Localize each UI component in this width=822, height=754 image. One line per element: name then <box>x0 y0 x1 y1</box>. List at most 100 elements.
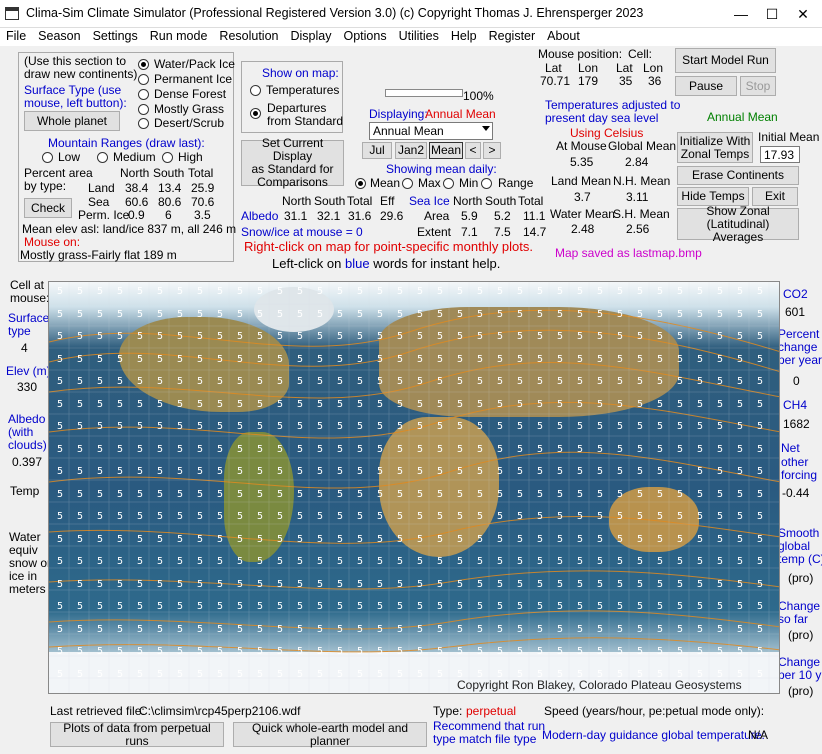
map-grid-digit: 5 <box>677 331 684 342</box>
net-forcing-label-1[interactable]: Net <box>781 441 800 455</box>
sea-ice-label[interactable]: Sea Ice <box>409 194 450 208</box>
mountain-label[interactable]: Mountain Ranges (draw last): <box>48 136 205 150</box>
type-desert-radio[interactable] <box>138 118 149 129</box>
temps-adjusted-2[interactable]: present day sea level <box>545 111 658 125</box>
map-grid-digit: 5 <box>57 421 64 432</box>
set-standard-button[interactable]: Set Current Display as Standard for Comp… <box>241 137 344 189</box>
type-ice-radio[interactable] <box>138 74 149 85</box>
surface-type-label-1[interactable]: Surface Type (use <box>24 83 121 97</box>
stop-button[interactable]: Stop <box>740 76 776 96</box>
albedo-label[interactable]: Albedo <box>241 209 278 223</box>
show-departures-radio[interactable] <box>250 108 261 119</box>
menu-options[interactable]: Options <box>338 28 393 44</box>
show-max-radio[interactable] <box>402 178 413 189</box>
pct-change-label-2[interactable]: change <box>778 340 817 354</box>
recommend-2[interactable]: type match file type <box>433 732 536 746</box>
menu-settings[interactable]: Settings <box>87 28 144 44</box>
temps-adjusted-1[interactable]: Temperatures adjusted to <box>545 98 680 112</box>
elev-label[interactable]: Elev (m) <box>6 364 51 378</box>
close-button[interactable]: ✕ <box>788 4 818 24</box>
surface-type-label-2[interactable]: mouse, left button): <box>24 96 127 110</box>
net-forcing-label-2[interactable]: other <box>781 455 808 469</box>
smooth-label-3[interactable]: temp (C) <box>778 552 822 566</box>
whole-planet-button[interactable]: Whole planet <box>24 111 120 131</box>
show-on-map-title[interactable]: Show on map: <box>262 66 339 80</box>
menu-display[interactable]: Display <box>285 28 338 44</box>
type-water-radio[interactable] <box>138 59 149 70</box>
map-grid-digit: 5 <box>357 466 364 477</box>
menu-season[interactable]: Season <box>32 28 86 44</box>
show-temps-radio[interactable] <box>250 85 261 96</box>
guidance-label[interactable]: Modern-day guidance global temperature: <box>542 728 765 742</box>
menu-help[interactable]: Help <box>445 28 483 44</box>
minimize-button[interactable]: — <box>726 4 756 24</box>
change-so-far-label-1[interactable]: Change <box>778 599 820 613</box>
world-map[interactable]: 5 5 5 5 5 5 5 5 5 5 5 5 5 5 5 5 5 5 5 5 5 5 5 5 5 5 5 5 5 5 5 5 5 5 5 5 5 5 5 5… <box>48 281 780 694</box>
change-so-far-label-2[interactable]: so far <box>778 612 808 626</box>
surface-label[interactable]: Surface <box>8 311 49 325</box>
map-grid-digit: 5 <box>197 511 204 522</box>
pct-change-label-3[interactable]: per year <box>778 353 822 367</box>
menu-run-mode[interactable]: Run mode <box>144 28 214 44</box>
map-grid-digit: 5 <box>717 623 724 635</box>
map-grid-digit: 5 <box>57 398 64 410</box>
ch4-label[interactable]: CH4 <box>783 398 807 412</box>
map-grid-digit: 5 <box>137 623 144 635</box>
co2-label[interactable]: CO2 <box>783 287 808 301</box>
type-grass-radio[interactable] <box>138 104 149 115</box>
map-grid-digit: 5 <box>417 646 424 657</box>
map-grid-digit: 5 <box>677 623 684 635</box>
plots-perpetual-button[interactable]: Plots of data from perpetual runs <box>50 721 224 747</box>
initial-mean-input[interactable]: 17.93 <box>760 146 800 163</box>
net-forcing-label-3[interactable]: forcing <box>781 468 817 482</box>
check-button[interactable]: Check <box>24 198 72 218</box>
mountain-medium-radio[interactable] <box>97 152 108 163</box>
map-grid-digit: 5 <box>477 578 484 590</box>
start-model-run-button[interactable]: Start Model Run <box>675 48 776 73</box>
surface-type-label[interactable]: type <box>8 324 31 338</box>
show-mean-label: Mean <box>370 176 401 190</box>
menu-register[interactable]: Register <box>483 28 542 44</box>
albedo-side-label-1[interactable]: Albedo <box>8 412 45 426</box>
pause-button[interactable]: Pause <box>675 76 737 96</box>
prev-button[interactable]: < <box>465 142 481 159</box>
change-10yr-label-2[interactable]: per 10 yr <box>778 668 822 682</box>
map-grid-digit: 5 <box>97 511 104 522</box>
show-mean-radio[interactable] <box>355 178 366 189</box>
display-select[interactable]: Annual Mean <box>369 122 493 140</box>
displaying-label[interactable]: Displaying: <box>369 107 428 121</box>
change-10yr-label-1[interactable]: Change <box>778 655 820 669</box>
pct-change-label-1[interactable]: Percent <box>778 327 819 341</box>
month-jan2-button[interactable]: Jan2 <box>395 142 427 159</box>
map-grid-digit: 5 <box>297 668 304 680</box>
smooth-label-2[interactable]: global <box>778 539 810 553</box>
maximize-button[interactable]: ☐ <box>757 4 787 24</box>
type-forest-radio[interactable] <box>138 89 149 100</box>
show-range-radio[interactable] <box>481 178 492 189</box>
recommend-1[interactable]: Recommend that run <box>433 719 545 733</box>
month-jul-button[interactable]: Jul <box>362 142 392 159</box>
init-zonal-button[interactable]: Initialize With Zonal Temps <box>677 132 753 163</box>
show-min-radio[interactable] <box>443 178 454 189</box>
month-mean-button[interactable]: Mean <box>429 142 463 159</box>
mountain-high-radio[interactable] <box>162 152 173 163</box>
map-grid-digit: 5 <box>657 533 664 545</box>
quick-model-button[interactable]: Quick whole-earth model and planner <box>233 721 427 747</box>
albedo-side-label-3[interactable]: clouds) <box>8 438 47 452</box>
showing-title[interactable]: Showing mean daily: <box>386 162 497 176</box>
albedo-col-north: North <box>282 194 312 208</box>
map-grid-digit: 5 <box>257 668 264 680</box>
menu-resolution[interactable]: Resolution <box>213 28 284 44</box>
erase-continents-button[interactable]: Erase Continents <box>677 166 799 185</box>
menu-utilities[interactable]: Utilities <box>393 28 445 44</box>
albedo-side-label-2[interactable]: (with <box>8 425 33 439</box>
menu-about[interactable]: About <box>541 28 586 44</box>
show-zonal-button[interactable]: Show Zonal (Latitudinal) Averages <box>677 204 799 243</box>
mountain-low-radio[interactable] <box>42 152 53 163</box>
menu-file[interactable]: File <box>0 28 32 44</box>
snow-ice-at-mouse[interactable]: Snow/ice at mouse = 0 <box>241 225 363 239</box>
map-grid-digit: 5 <box>677 398 684 410</box>
next-button[interactable]: > <box>483 142 501 159</box>
pct-change-value: 0 <box>793 374 800 388</box>
smooth-label-1[interactable]: Smooth <box>778 526 819 540</box>
